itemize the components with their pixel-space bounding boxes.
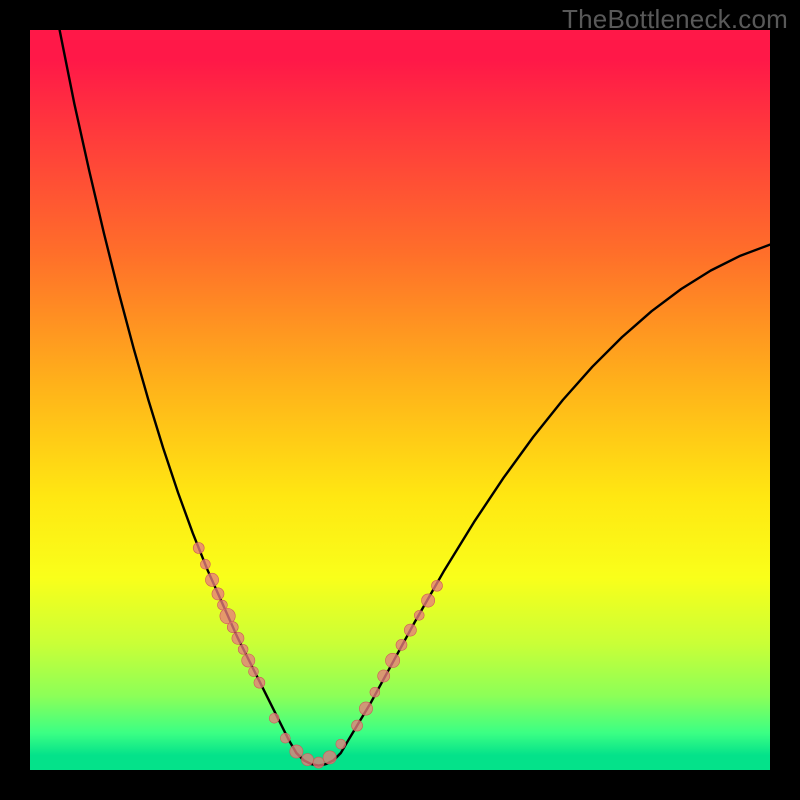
marker-dot <box>370 687 380 697</box>
curve-svg <box>30 30 770 770</box>
marker-dot <box>205 573 218 586</box>
marker-dot <box>280 733 290 743</box>
marker-dot <box>404 624 416 636</box>
marker-dot <box>200 559 210 569</box>
data-markers <box>193 543 442 769</box>
marker-dot <box>352 720 363 731</box>
chart-frame: TheBottleneck.com <box>0 0 800 800</box>
marker-dot <box>313 757 324 768</box>
marker-dot <box>378 670 390 682</box>
marker-dot <box>212 588 224 600</box>
marker-dot <box>432 580 443 591</box>
marker-dot <box>290 745 303 758</box>
watermark-text: TheBottleneck.com <box>562 4 788 35</box>
marker-dot <box>301 754 313 766</box>
marker-dot <box>422 594 435 607</box>
bottleneck-curve <box>60 30 770 766</box>
plot-area <box>30 30 770 770</box>
marker-dot <box>396 639 407 650</box>
marker-dot <box>254 677 265 688</box>
marker-dot <box>242 654 255 667</box>
marker-dot <box>193 543 204 554</box>
marker-dot <box>269 713 279 723</box>
marker-dot <box>414 610 424 620</box>
marker-dot <box>323 751 336 764</box>
marker-dot <box>336 739 346 749</box>
marker-dot <box>238 644 248 654</box>
marker-dot <box>232 632 244 644</box>
marker-dot <box>249 667 259 677</box>
marker-dot <box>359 702 372 715</box>
marker-dot <box>385 653 399 667</box>
marker-dot <box>227 622 238 633</box>
